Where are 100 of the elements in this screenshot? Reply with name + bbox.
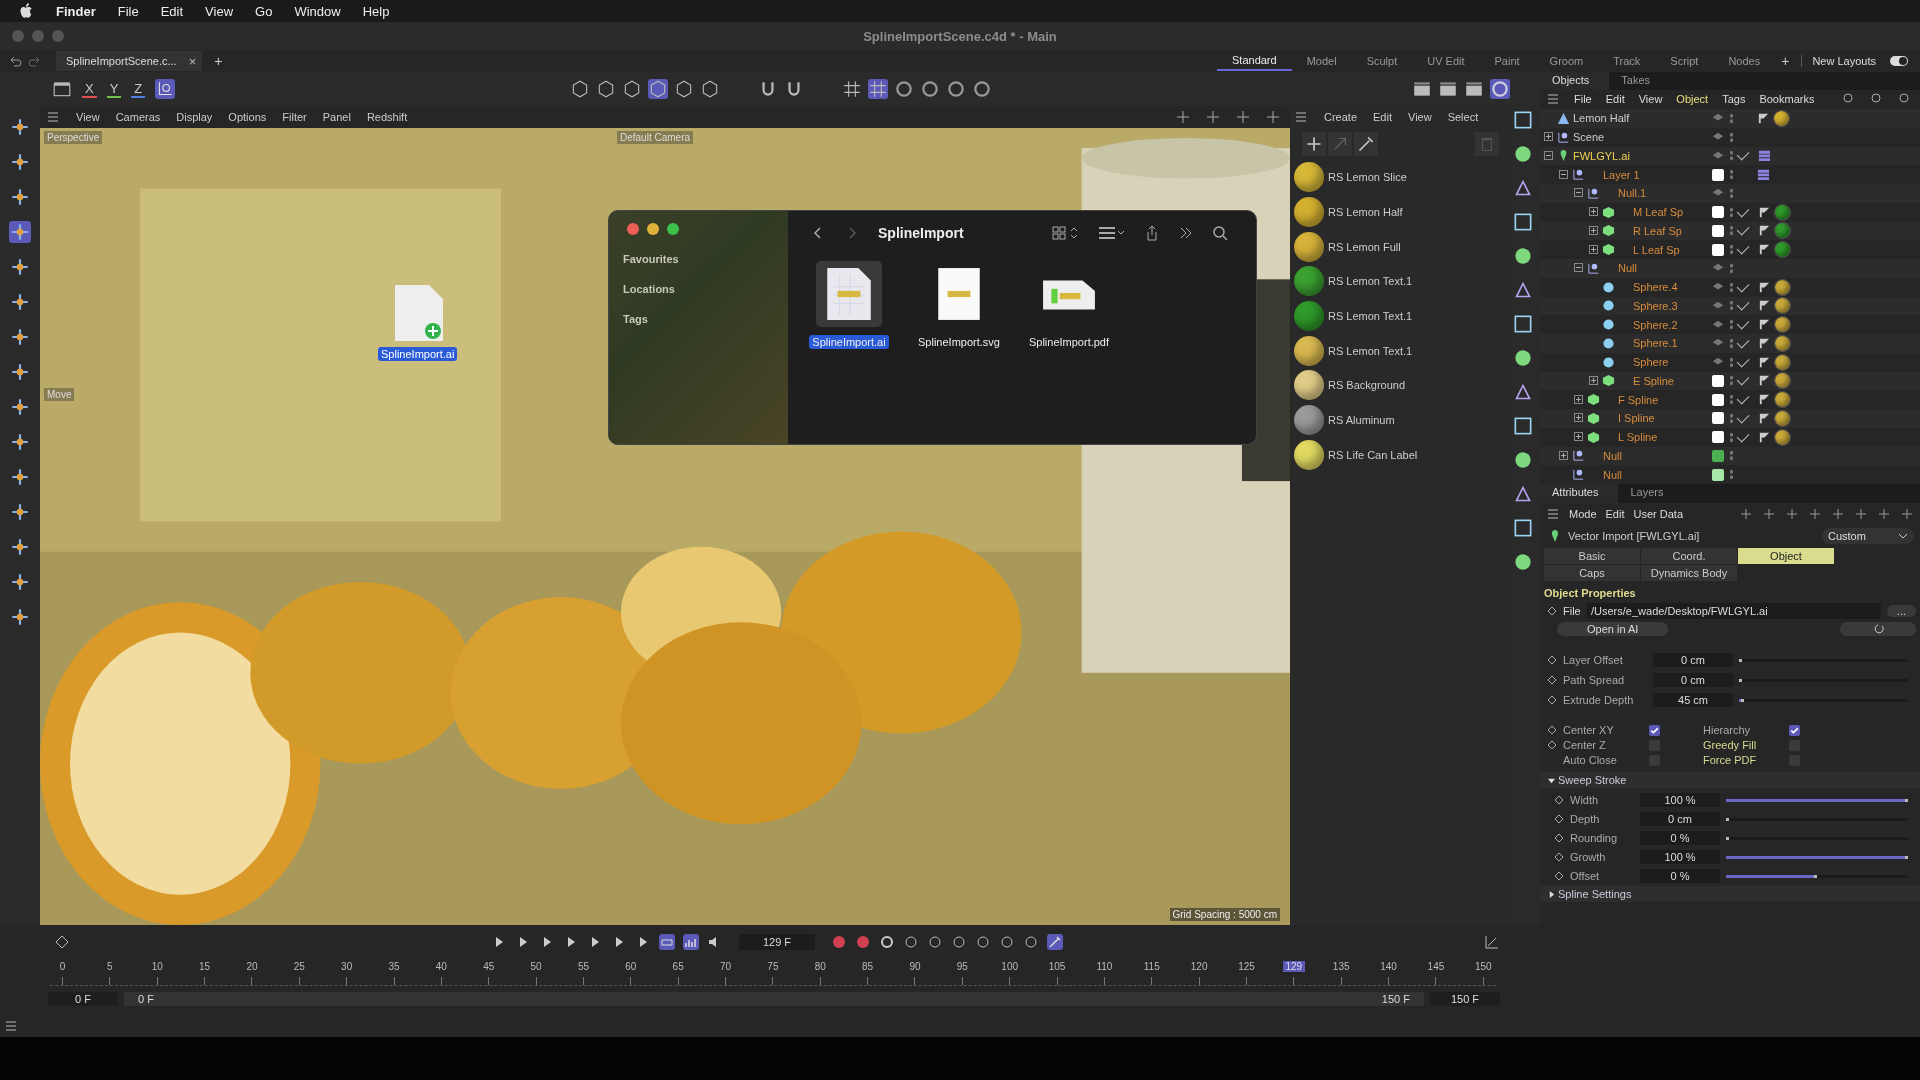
object-menu-item[interactable]: File (1574, 93, 1592, 106)
browse-button[interactable]: ... (1886, 605, 1916, 617)
object-name[interactable]: M Leaf Sp (1618, 203, 1699, 222)
open-button[interactable]: Open in AI (1557, 622, 1669, 636)
viewport-menu-item[interactable]: Panel (322, 111, 351, 123)
layout-tab[interactable]: Model (1291, 52, 1352, 70)
menu-item[interactable]: Window (294, 3, 341, 19)
material-name[interactable]: RS Aluminum (1328, 414, 1395, 427)
viewport-menu-item[interactable]: View (76, 111, 100, 123)
object-name[interactable]: Null (1588, 465, 1637, 484)
object-name[interactable]: FWLGYL.ai (1573, 149, 1630, 162)
material-menu-item[interactable]: Select (1447, 111, 1479, 123)
attribute-tab[interactable]: Caps (1544, 565, 1640, 581)
material-name[interactable]: RS Background (1328, 379, 1406, 392)
file-path-field[interactable]: /Users/e_wade/Desktop/FWLGYL.ai (1587, 603, 1881, 619)
attribute-menu-item[interactable]: User Data (1633, 507, 1684, 520)
timeline-ruler[interactable]: 0 5 10 15 20 25 30 35 40 45 50 55 60 65 70 75 80 85 90 95 100 105 110 115 120 125 129 135 140 145 150 (50, 961, 1496, 986)
material-name[interactable]: RS Life Can Label (1328, 448, 1418, 461)
menu-item[interactable]: View (205, 3, 234, 19)
playhead[interactable]: 129 (1282, 961, 1306, 972)
attribute-menu-item[interactable]: Mode (1569, 507, 1597, 520)
object-name[interactable]: L Leaf Sp (1618, 240, 1695, 259)
axis-button[interactable]: Y (106, 80, 122, 98)
attribute-tab[interactable]: Basic (1544, 548, 1640, 564)
menu-item[interactable]: Edit (160, 3, 184, 19)
start-frame-field[interactable]: 0 F (48, 992, 118, 1006)
layout-tab[interactable]: Paint (1479, 52, 1535, 70)
object-name[interactable]: Scene (1573, 131, 1605, 144)
object-menu-item[interactable]: Bookmarks (1759, 93, 1815, 106)
object-menu-item[interactable]: View (1638, 93, 1663, 106)
material-name[interactable]: RS Lemon Text.1 (1328, 344, 1413, 357)
file-name[interactable]: SplineImport.svg (915, 335, 1003, 349)
attribute-tab[interactable]: Object (1738, 548, 1834, 564)
object-name[interactable]: Lemon Half (1573, 112, 1630, 125)
layout-tab[interactable]: Sculpt (1351, 52, 1413, 70)
preset-dropdown[interactable]: Custom (1822, 528, 1914, 544)
group-header[interactable]: Spline Settings (1540, 886, 1920, 902)
viewport-menu-item[interactable]: Cameras (115, 111, 161, 123)
attribute-menu-item[interactable]: Edit (1605, 507, 1625, 520)
group-header[interactable]: Sweep Stroke (1540, 772, 1920, 788)
layout-tab[interactable]: UV Edit (1412, 52, 1480, 70)
file-name[interactable]: SplineImport.ai (378, 347, 458, 361)
document-tab[interactable]: SplineImportScene.c... × (56, 51, 203, 71)
object-name[interactable]: L Spline (1603, 428, 1673, 447)
object-name[interactable]: E Spline (1618, 371, 1689, 390)
object-name[interactable]: Sphere.4 (1618, 278, 1693, 297)
layout-tab[interactable]: Track (1598, 52, 1656, 70)
number-field[interactable]: 0 % (1640, 869, 1720, 883)
material-menu-item[interactable]: View (1408, 111, 1432, 123)
object-name[interactable]: Null.1 (1603, 184, 1662, 203)
material-menu-item[interactable]: Create (1324, 111, 1358, 123)
object-name[interactable]: R Leaf Sp (1618, 221, 1697, 240)
object-menu-item[interactable]: Object (1676, 93, 1709, 106)
object-name[interactable]: Sphere.2 (1618, 315, 1693, 334)
material-name[interactable]: RS Lemon Half (1328, 206, 1403, 219)
attribute-tab[interactable]: Coord. (1641, 548, 1737, 564)
material-name[interactable]: RS Lemon Full (1328, 240, 1401, 253)
add-layout-button[interactable]: + (1775, 53, 1796, 69)
layout-tab[interactable]: Script (1655, 52, 1714, 70)
material-name[interactable]: RS Lemon Text.1 (1328, 310, 1413, 323)
object-menu-item[interactable]: Edit (1605, 93, 1625, 106)
viewport-menu-item[interactable]: Display (176, 111, 213, 123)
file-name[interactable]: SplineImport.ai (809, 335, 889, 349)
file-name[interactable]: SplineImport.pdf (1025, 335, 1113, 349)
object-name[interactable]: I Spline (1603, 409, 1670, 428)
number-field[interactable]: 100 % (1640, 850, 1720, 864)
menu-app-name[interactable]: Finder (56, 3, 96, 19)
object-name[interactable]: Null (1603, 259, 1652, 278)
material-menu-item[interactable]: Edit (1373, 111, 1392, 123)
object-name[interactable]: Layer 1 (1588, 165, 1655, 184)
material-name[interactable]: RS Lemon Slice (1328, 171, 1407, 184)
object-name[interactable]: Null (1588, 446, 1637, 465)
number-field[interactable]: 100 % (1640, 793, 1720, 807)
end-frame-field[interactable]: 150 F (1430, 992, 1500, 1006)
panel-tab[interactable]: Attributes (1540, 484, 1619, 503)
number-field[interactable]: 0 cm (1653, 673, 1733, 687)
panel-tab[interactable]: Objects (1540, 72, 1610, 90)
viewport-menu-item[interactable]: Filter (282, 111, 307, 123)
layout-tab[interactable]: Groom (1534, 52, 1599, 70)
attribute-tab[interactable]: Dynamics Body (1641, 565, 1737, 581)
viewport-menu-item[interactable]: Redshift (366, 111, 408, 123)
new-tab-button[interactable]: + (208, 53, 229, 69)
viewport-menu-item[interactable]: Options (228, 111, 267, 123)
object-name[interactable]: F Spline (1603, 390, 1674, 409)
axis-button[interactable]: X (82, 80, 97, 98)
number-field[interactable]: 0 % (1640, 831, 1720, 845)
menu-item[interactable]: File (117, 3, 139, 19)
axis-button[interactable]: Z (131, 80, 146, 98)
panel-tab[interactable]: Layers (1618, 484, 1684, 503)
number-field[interactable]: 0 cm (1653, 653, 1733, 667)
frame-field[interactable]: 129 F (738, 934, 816, 950)
material-name[interactable]: RS Lemon Text.1 (1328, 275, 1413, 288)
layout-tab[interactable]: Nodes (1713, 52, 1776, 70)
object-name[interactable]: Sphere.1 (1618, 334, 1693, 353)
panel-tab[interactable]: Takes (1609, 72, 1671, 90)
object-name[interactable]: Sphere.3 (1618, 296, 1693, 315)
menu-item[interactable]: Help (362, 3, 390, 19)
number-field[interactable]: 45 cm (1653, 693, 1733, 707)
menu-item[interactable]: Go (255, 3, 273, 19)
number-field[interactable]: 0 cm (1640, 812, 1720, 826)
